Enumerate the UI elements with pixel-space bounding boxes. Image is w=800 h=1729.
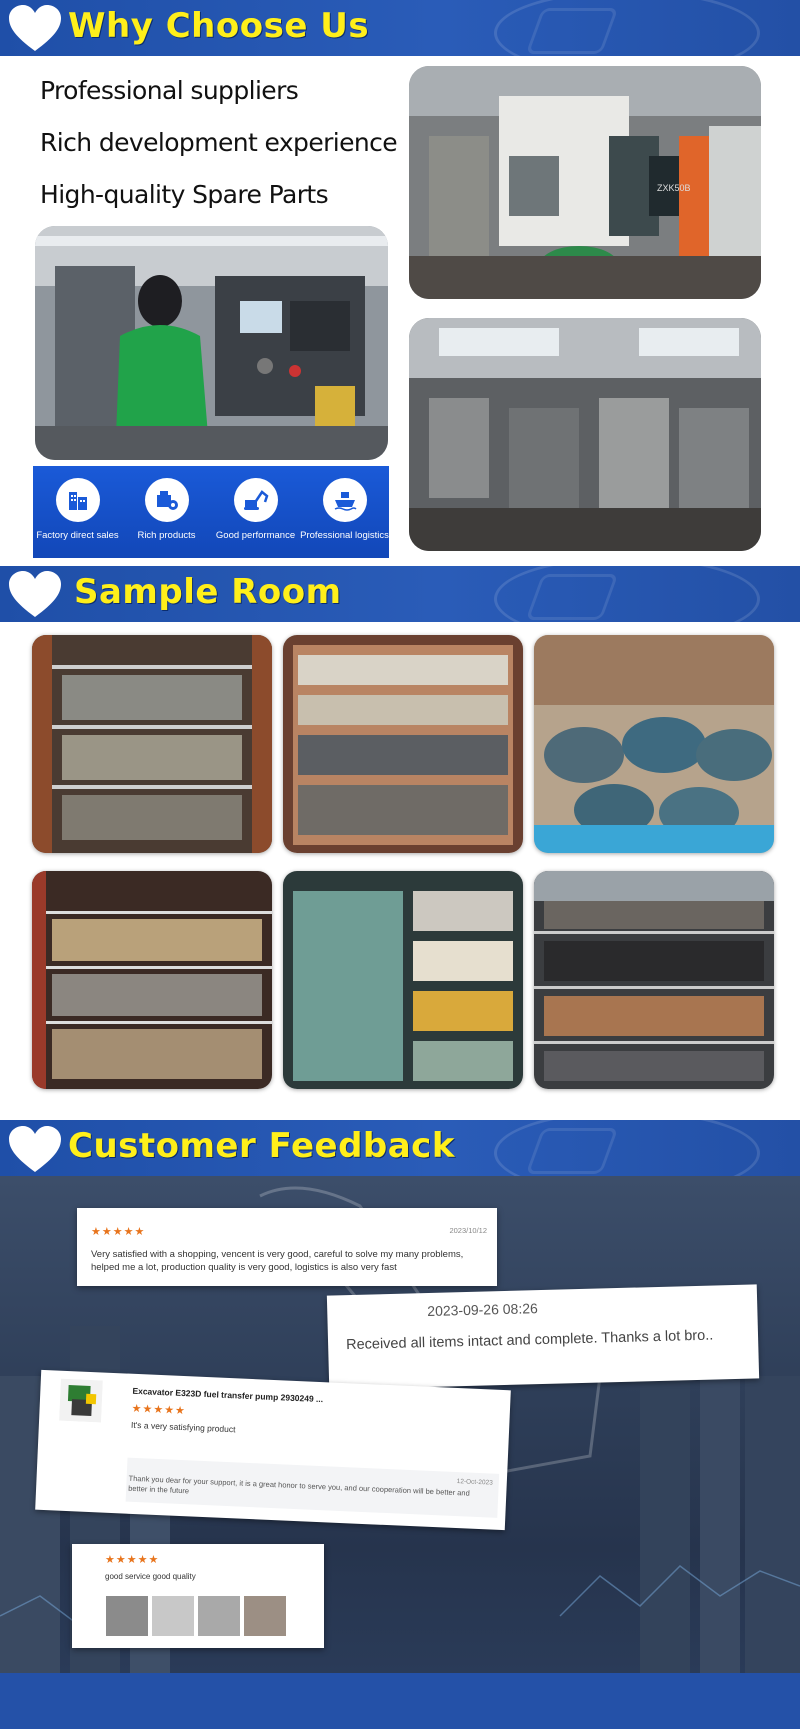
review-card-1: ★★★★★ 2023/10/12 Very satisfied with a s… bbox=[77, 1208, 497, 1286]
review-date: 2023-09-26 08:26 bbox=[427, 1300, 538, 1320]
sample-room-photo-2 bbox=[283, 635, 523, 853]
review-photo-2 bbox=[152, 1596, 194, 1636]
footer-bar bbox=[0, 1673, 800, 1729]
excavator-icon bbox=[243, 490, 268, 510]
why-choose-us-banner: Why Choose Us bbox=[0, 0, 800, 56]
seller-reply-text: Thank you dear for your support, it is a… bbox=[127, 1473, 470, 1498]
service-factory-direct: Factory direct sales bbox=[33, 478, 122, 541]
service-professional-logistics: Professional logistics bbox=[300, 478, 389, 541]
sample-room-banner: Sample Room bbox=[0, 566, 800, 622]
machine-plate-text: ZXK50B bbox=[657, 183, 691, 193]
feature-rich-development: Rich development experience bbox=[40, 128, 398, 157]
sample-room-photo-6 bbox=[534, 871, 774, 1089]
reply-date: 12-Oct-2023 bbox=[456, 1478, 493, 1487]
review-text: Received all items intact and complete. … bbox=[345, 1327, 714, 1354]
heart-icon bbox=[9, 571, 61, 617]
product-thumbnail bbox=[59, 1378, 103, 1423]
ship-icon bbox=[334, 492, 357, 511]
review-card-2: 2023-09-26 08:26 Received all items inta… bbox=[326, 1284, 760, 1390]
review-photo-4 bbox=[244, 1596, 286, 1636]
review-photo-1 bbox=[106, 1596, 148, 1636]
review-text: good service good quality bbox=[105, 1572, 196, 1581]
building-icon bbox=[68, 492, 87, 510]
sample-room-title: Sample Room bbox=[74, 572, 342, 612]
customer-feedback-banner: Customer Feedback bbox=[0, 1120, 800, 1176]
service-rich-products: Rich products bbox=[122, 478, 211, 541]
sample-room-photo-5 bbox=[283, 871, 523, 1089]
sample-room-photo-4 bbox=[32, 871, 272, 1089]
heart-icon bbox=[9, 5, 61, 51]
feature-professional-suppliers: Professional suppliers bbox=[40, 76, 299, 105]
review-text: It's a very satisfying product bbox=[130, 1419, 236, 1435]
worker-cnc-photo bbox=[35, 226, 388, 460]
review-photo-3 bbox=[198, 1596, 240, 1636]
feature-high-quality-parts: High-quality Spare Parts bbox=[40, 180, 329, 209]
services-strip: Factory direct sales Rich products Good … bbox=[33, 466, 389, 558]
review-text: Very satisfied with a shopping, vencent … bbox=[91, 1249, 464, 1273]
rating-stars: ★★★★★ bbox=[91, 1226, 146, 1238]
products-icon bbox=[156, 491, 178, 510]
service-good-performance: Good performance bbox=[211, 478, 300, 541]
sample-room-photo-1 bbox=[32, 635, 272, 853]
review-card-4: ★★★★★ good service good quality bbox=[72, 1544, 324, 1648]
rating-stars: ★★★★★ bbox=[131, 1402, 187, 1418]
cnc-machine-photo: ZXK50B bbox=[409, 66, 761, 299]
review-date: 2023/10/12 bbox=[449, 1226, 487, 1235]
customer-feedback-title: Customer Feedback bbox=[68, 1126, 455, 1166]
sample-room-photo-3 bbox=[534, 635, 774, 853]
product-name: Excavator E323D fuel transfer pump 29302… bbox=[132, 1385, 324, 1405]
heart-icon bbox=[9, 1126, 61, 1172]
why-choose-us-title: Why Choose Us bbox=[68, 6, 370, 46]
rating-stars: ★★★★★ bbox=[105, 1554, 160, 1566]
factory-floor-photo bbox=[409, 318, 761, 551]
review-card-3: Excavator E323D fuel transfer pump 29302… bbox=[35, 1369, 511, 1531]
seller-reply-box: 12-Oct-2023 Thank you dear for your supp… bbox=[125, 1457, 500, 1518]
